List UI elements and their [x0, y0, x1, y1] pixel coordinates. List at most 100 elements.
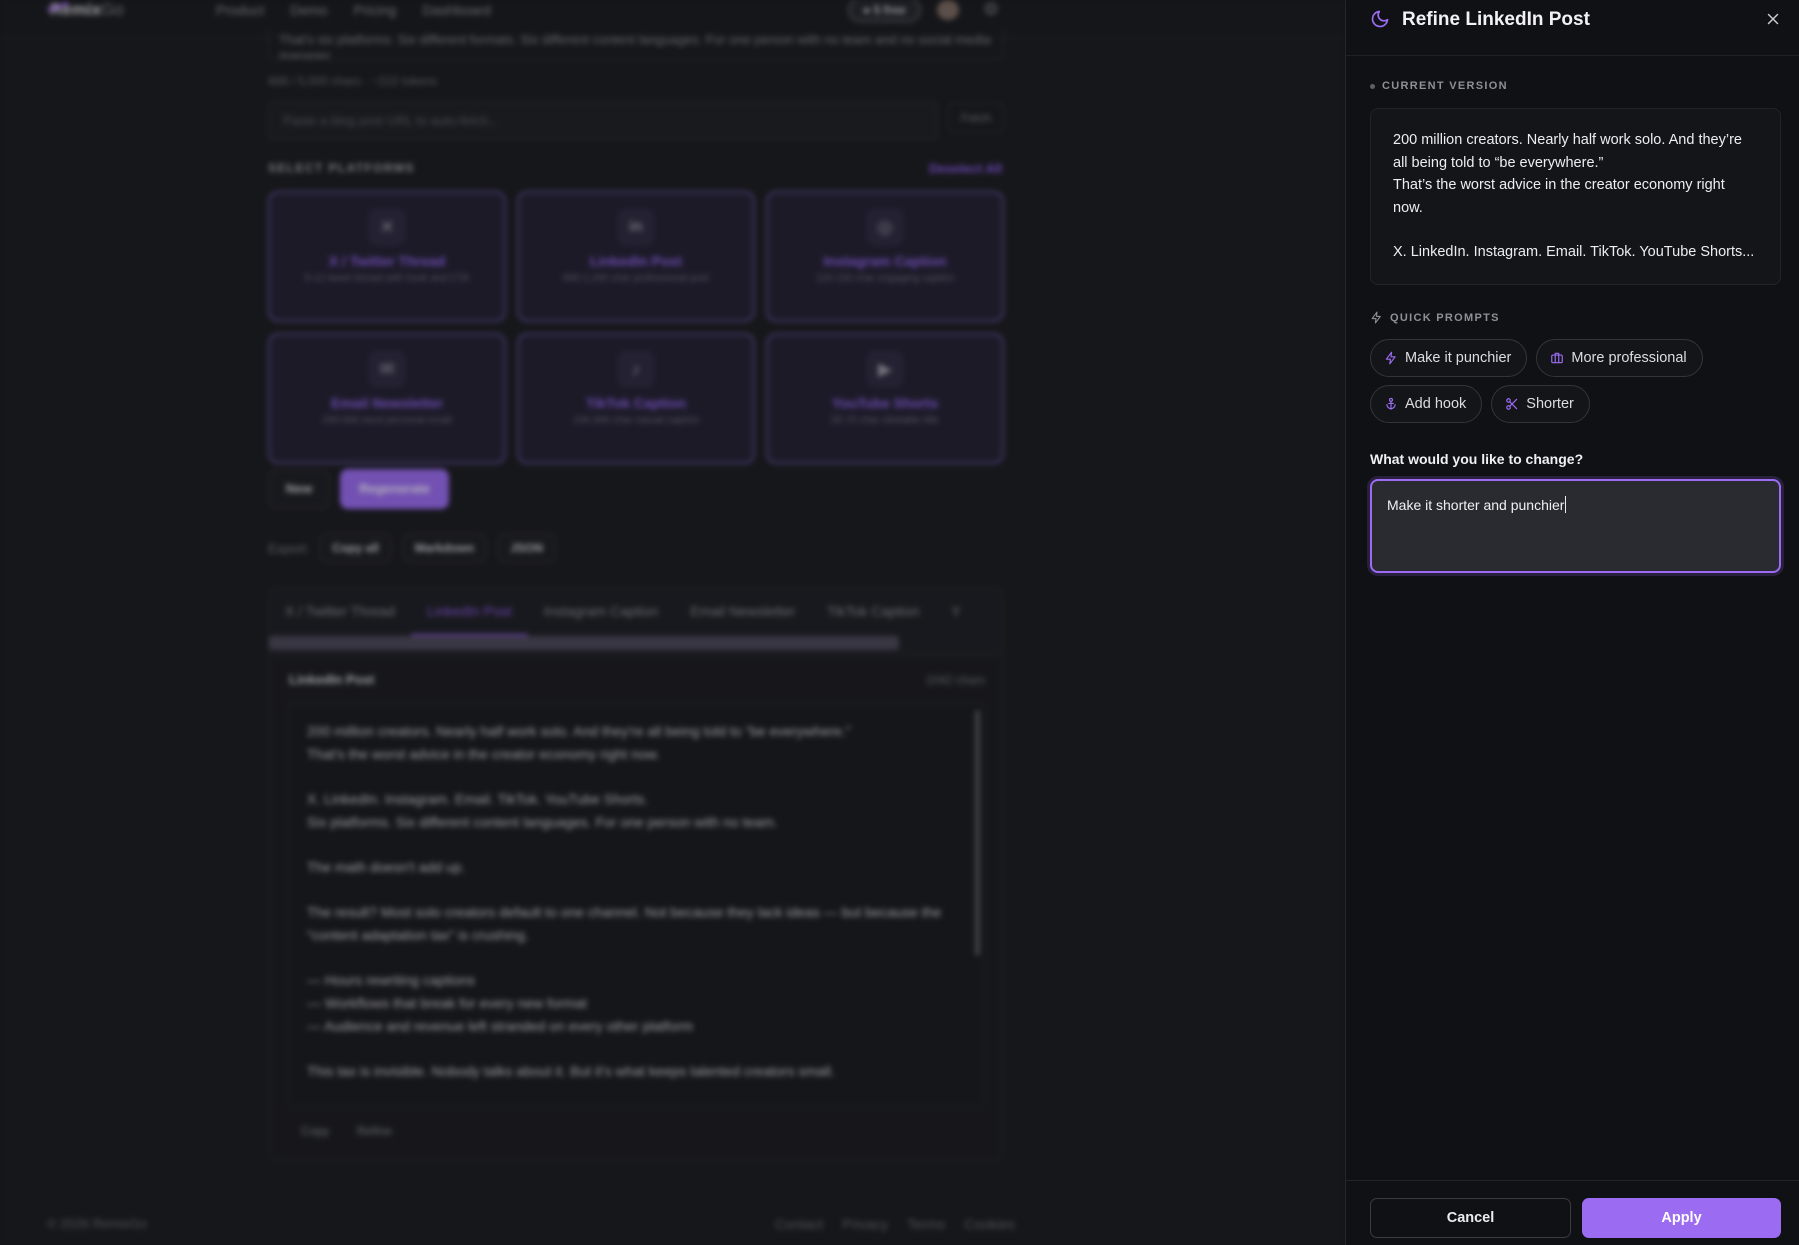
quick-prompt-shorter[interactable]: Shorter	[1491, 385, 1590, 423]
change-request-value: Make it shorter and punchier	[1387, 497, 1565, 513]
quick-prompt-label: More professional	[1571, 350, 1687, 366]
platform-desc: 5-12 tweet thread with hook and CTA	[304, 273, 470, 284]
logo-suffix: Go	[101, 0, 124, 19]
export-markdown-button[interactable]: Markdown	[401, 533, 488, 563]
background-page: RemixGo Product Demo Pricing Dashboard ●…	[0, 0, 1345, 1245]
linkedin-icon: in	[618, 209, 654, 245]
source-text-area[interactable]: That's six platforms. Six different form…	[268, 26, 1004, 60]
instagram-icon: ◎	[867, 209, 903, 245]
refine-panel: Refine LinkedIn Post CURRENT VERSION 200…	[1345, 0, 1799, 1245]
footer-link-terms[interactable]: Terms	[907, 1216, 945, 1232]
result-actions: Copy Refine	[301, 1124, 392, 1138]
result-body[interactable]: 200 million creators. Nearly half work s…	[289, 703, 985, 1107]
apply-button[interactable]: Apply	[1582, 1198, 1781, 1238]
result-char-count: 1042 chars	[925, 673, 985, 687]
quick-prompts-label-text: QUICK PROMPTS	[1390, 311, 1500, 324]
platform-desc: 800-1,200 char professional post	[563, 273, 709, 284]
platform-card-x[interactable]: ✕ X / Twitter Thread 5-12 tweet thread w…	[268, 191, 506, 322]
platform-title: Email Newsletter	[330, 395, 444, 411]
platform-title: LinkedIn Post	[590, 253, 682, 269]
platform-card-linkedin[interactable]: in LinkedIn Post 800-1,200 char professi…	[517, 191, 755, 322]
platform-desc: 200-500 word personal email	[322, 415, 452, 426]
refine-result-button[interactable]: Refine	[357, 1124, 392, 1138]
new-button[interactable]: New	[268, 469, 330, 509]
result-scrollbar[interactable]	[975, 710, 980, 956]
quick-prompt-more-professional[interactable]: More professional	[1536, 339, 1703, 377]
export-row: Export: Copy all Markdown JSON	[268, 533, 556, 563]
cancel-button[interactable]: Cancel	[1370, 1198, 1571, 1238]
platform-desc: 120-150 char engaging caption	[816, 273, 954, 284]
nav-link-product[interactable]: Product	[216, 2, 264, 18]
tab-instagram-caption[interactable]: Instagram Caption	[528, 588, 674, 636]
free-credits-badge[interactable]: ● 5 free	[848, 0, 921, 22]
result-paragraph: X. LinkedIn. Instagram. Email. TikTok. Y…	[307, 791, 778, 830]
platform-card-tiktok[interactable]: ♪ TikTok Caption 100-300 char casual cap…	[517, 333, 755, 464]
result-title: LinkedIn Post	[289, 672, 375, 687]
tab-linkedin-post[interactable]: LinkedIn Post	[410, 588, 528, 636]
current-version-label-text: CURRENT VERSION	[1382, 80, 1508, 92]
quick-prompts-row-1: Make it punchier More professional	[1370, 339, 1703, 377]
quick-prompt-label: Make it punchier	[1405, 350, 1512, 366]
nav-links: Product Demo Pricing Dashboard	[216, 2, 491, 18]
platform-grid: ✕ X / Twitter Thread 5-12 tweet thread w…	[268, 191, 1004, 464]
nav-link-dashboard[interactable]: Dashboard	[422, 2, 491, 18]
anchor-icon	[1386, 397, 1396, 410]
source-text: That's six platforms. Six different form…	[279, 32, 991, 60]
gear-icon[interactable]: ⚙	[983, 0, 999, 20]
url-input[interactable]: Paste a blog post URL to auto-fetch...	[268, 101, 938, 141]
export-json-button[interactable]: JSON	[497, 533, 556, 563]
tab-x-twitter-thread[interactable]: X / Twitter Thread	[269, 588, 411, 636]
regenerate-button[interactable]: Regenerate	[340, 469, 449, 509]
footer-links: Contact Privacy Terms Cookies	[775, 1216, 1015, 1232]
close-icon[interactable]	[1764, 10, 1782, 28]
results-tabs: X / Twitter Thread LinkedIn Post Instagr…	[269, 588, 1003, 636]
footer-copyright: © 2026 RemixGo	[47, 1216, 147, 1231]
result-paragraph: The math doesn't add up.	[307, 859, 466, 875]
current-version-paragraph: X. LinkedIn. Instagram. Email. TikTok. Y…	[1393, 244, 1755, 260]
app-root: RemixGo Product Demo Pricing Dashboard ●…	[0, 0, 1799, 1245]
url-placeholder: Paste a blog post URL to auto-fetch...	[283, 113, 500, 128]
quick-prompts-label: QUICK PROMPTS	[1370, 311, 1500, 324]
logo[interactable]: RemixGo	[46, 0, 124, 20]
tabs-scrollbar[interactable]	[269, 636, 899, 650]
footer-link-privacy[interactable]: Privacy	[842, 1216, 888, 1232]
quick-prompt-label: Shorter	[1526, 396, 1574, 412]
tab-tiktok-caption[interactable]: TikTok Caption	[811, 588, 935, 636]
platform-card-instagram[interactable]: ◎ Instagram Caption 120-150 char engagin…	[766, 191, 1004, 322]
quick-prompt-add-hook[interactable]: Add hook	[1370, 385, 1483, 423]
copy-result-button[interactable]: Copy	[301, 1124, 329, 1138]
quick-prompt-label: Add hook	[1405, 396, 1467, 412]
refine-panel-header: Refine LinkedIn Post	[1346, 0, 1799, 56]
text-caret	[1565, 496, 1567, 513]
change-request-label: What would you like to change?	[1370, 451, 1584, 467]
deselect-all-button[interactable]: Deselect All	[929, 161, 1002, 176]
platform-card-youtube[interactable]: ▶ YouTube Shorts 50-70 char clickable ti…	[766, 333, 1004, 464]
platform-title: Instagram Caption	[823, 253, 947, 269]
nav-link-demo[interactable]: Demo	[290, 2, 327, 18]
current-version-paragraph: 200 million creators. Nearly half work s…	[1393, 132, 1742, 216]
result-paragraph: The result? Most solo creators default t…	[307, 904, 942, 943]
change-request-input[interactable]: Make it shorter and punchier	[1370, 479, 1781, 573]
current-version-box: 200 million creators. Nearly half work s…	[1370, 108, 1781, 285]
platform-card-email[interactable]: ✉ Email Newsletter 200-500 word personal…	[268, 333, 506, 464]
fetch-button[interactable]: Fetch	[948, 103, 1004, 133]
result-paragraph: — Hours rewriting captions — Workflows t…	[307, 972, 694, 1034]
x-logo-icon: ✕	[369, 209, 405, 245]
select-platforms-label: SELECT PLATFORMS	[268, 161, 415, 175]
platform-title: TikTok Caption	[586, 395, 686, 411]
export-label: Export:	[268, 540, 310, 556]
quick-prompt-make-it-punchier[interactable]: Make it punchier	[1370, 339, 1528, 377]
youtube-icon: ▶	[867, 351, 903, 387]
nav-link-pricing[interactable]: Pricing	[354, 2, 397, 18]
tab-email-newsletter[interactable]: Email Newsletter	[674, 588, 811, 636]
source-char-count: 888 / 5,000 chars · ~222 tokens	[268, 74, 438, 88]
refine-panel-title: Refine LinkedIn Post	[1402, 9, 1590, 30]
export-copy-all-button[interactable]: Copy all	[319, 533, 392, 563]
tab-youtube-shorts[interactable]: Y	[935, 588, 976, 636]
footer-link-cookies[interactable]: Cookies	[964, 1216, 1015, 1232]
moon-icon	[1371, 10, 1389, 28]
platform-desc: 100-300 char casual caption	[573, 415, 699, 426]
results-card: X / Twitter Thread LinkedIn Post Instagr…	[268, 587, 1004, 1162]
avatar[interactable]	[937, 0, 959, 20]
footer-link-contact[interactable]: Contact	[775, 1216, 823, 1232]
